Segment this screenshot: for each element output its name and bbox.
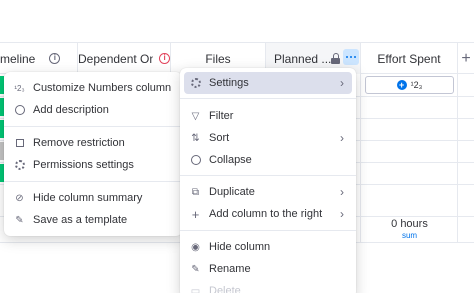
trash-icon: ▭	[190, 285, 201, 293]
column-options-menu: Settings › ▽ Filter ⇅ Sort › Collapse ⧉ …	[180, 68, 356, 293]
menu-item-sort[interactable]: ⇅ Sort ›	[184, 127, 352, 149]
menu-item-add-description[interactable]: Add description	[8, 99, 178, 121]
unlock-icon	[14, 138, 25, 149]
menu-item-label: Duplicate	[209, 186, 255, 198]
column-title: Files	[205, 51, 231, 66]
menu-item-collapse[interactable]: Collapse	[184, 149, 352, 171]
gear-icon	[190, 78, 201, 89]
add-number-button[interactable]: + ¹2₃	[365, 76, 454, 94]
numbers-icon: ¹2₃	[14, 83, 25, 93]
menu-item-label: Filter	[209, 110, 234, 122]
info-icon[interactable]: i	[49, 53, 61, 64]
menu-item-save-as-template[interactable]: ✎ Save as a template	[8, 209, 178, 231]
menu-item-settings[interactable]: Settings ›	[184, 72, 352, 94]
menu-item-permissions-settings[interactable]: Permissions settings	[8, 154, 178, 176]
menu-item-label: Hide column summary	[33, 192, 143, 204]
column-title: Dependent On	[78, 51, 154, 66]
column-more-button[interactable]	[343, 49, 359, 65]
settings-submenu: ¹2₃ Customize Numbers column Add descrip…	[4, 72, 182, 236]
menu-divider	[180, 98, 356, 99]
lock-icon	[331, 53, 340, 64]
column-title: Planned ...	[274, 51, 332, 66]
collapse-icon	[190, 155, 201, 166]
menu-item-hide-column[interactable]: ◉ Hide column	[184, 236, 352, 258]
menu-item-label: Hide column	[209, 241, 271, 253]
menu-divider	[4, 126, 182, 127]
menu-divider	[4, 181, 182, 182]
plus-icon: +	[191, 206, 200, 222]
menu-item-customize-numbers[interactable]: ¹2₃ Customize Numbers column	[8, 77, 178, 99]
column-header-timeline[interactable]: meline i	[0, 43, 78, 74]
menu-item-label: Add column to the right	[209, 208, 323, 220]
chevron-right-icon: ›	[340, 185, 344, 199]
template-icon: ✎	[15, 214, 24, 226]
menu-item-label: Remove restriction	[33, 137, 125, 149]
column-summary[interactable]: 0 hours sum	[361, 218, 458, 240]
eye-icon: ◉	[191, 241, 200, 253]
info-icon	[14, 105, 25, 116]
plus-circle-icon: +	[396, 80, 407, 90]
numbers-icon: ¹2₃	[410, 80, 423, 90]
menu-item-delete[interactable]: ▭ Delete	[184, 280, 352, 293]
menu-item-label: Delete	[209, 285, 241, 293]
menu-item-label: Rename	[209, 263, 251, 275]
menu-divider	[180, 175, 356, 176]
duplicate-icon: ⧉	[191, 186, 200, 198]
column-divider	[360, 74, 361, 242]
sort-icon: ⇅	[191, 132, 200, 144]
menu-item-hide-column-summary[interactable]: ⊘ Hide column summary	[8, 187, 178, 209]
menu-item-label: Customize Numbers column	[33, 82, 172, 94]
menu-item-rename[interactable]: ✎ Rename	[184, 258, 352, 280]
eye-off-icon: ⊘	[15, 192, 24, 204]
menu-item-label: Save as a template	[33, 214, 128, 226]
summary-label: sum	[401, 231, 418, 240]
filter-icon: ▽	[191, 110, 200, 122]
menu-item-filter[interactable]: ▽ Filter	[184, 105, 352, 127]
menu-item-label: Add description	[33, 104, 109, 116]
chevron-right-icon: ›	[340, 131, 344, 145]
column-divider	[457, 74, 458, 242]
chevron-right-icon: ›	[340, 207, 344, 221]
column-header-dependent-on[interactable]: Dependent On i	[78, 43, 171, 74]
menu-divider	[180, 230, 356, 231]
plus-icon: +	[461, 49, 471, 67]
column-header-effort-spent[interactable]: Effort Spent	[361, 43, 458, 74]
gear-icon	[14, 160, 25, 171]
summary-value: 0 hours	[391, 218, 428, 230]
chevron-right-icon: ›	[340, 76, 344, 90]
menu-item-label: Permissions settings	[33, 159, 134, 171]
add-column-button[interactable]: +	[458, 43, 474, 74]
pencil-icon: ✎	[191, 263, 200, 275]
menu-item-label: Sort	[209, 132, 230, 144]
menu-item-remove-restriction[interactable]: Remove restriction	[8, 132, 178, 154]
menu-item-label: Collapse	[209, 154, 252, 166]
warning-info-icon[interactable]: i	[159, 53, 170, 64]
menu-item-duplicate[interactable]: ⧉ Duplicate ›	[184, 181, 352, 203]
column-title: meline	[0, 51, 36, 66]
menu-item-label: Settings	[209, 77, 249, 89]
column-title: Effort Spent	[377, 51, 441, 66]
menu-item-add-column-right[interactable]: + Add column to the right ›	[184, 203, 352, 225]
